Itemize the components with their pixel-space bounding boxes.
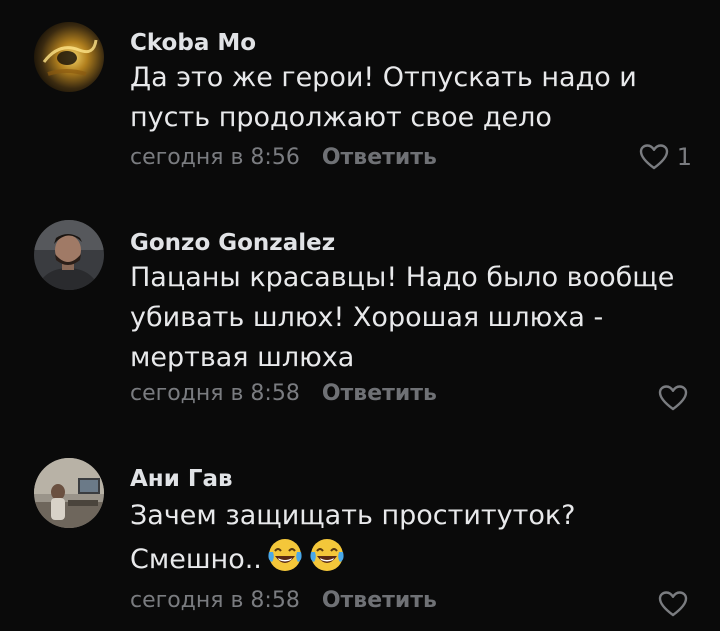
avatar[interactable] [34,22,104,92]
comments-feed: Ckoba Mo Да это же герои! Отпускать надо… [0,0,720,631]
comment-author[interactable]: Ани Гав [130,466,233,492]
comment-text: Да это же герои! Отпускать надо и пусть … [130,62,637,133]
comment-time: сегодня в 8:56 [130,145,300,170]
comment-meta: сегодня в 8:58 Ответить [130,381,437,406]
like-button[interactable] [658,384,688,412]
reply-button[interactable]: Ответить [322,145,437,170]
reply-button[interactable]: Ответить [322,381,437,406]
like-count: 1 [676,143,692,171]
heart-outline-icon [658,590,688,618]
face-with-tears-of-joy-icon [266,536,304,574]
comment-author[interactable]: Gonzo Gonzalez [130,230,335,256]
face-with-tears-of-joy-icon [308,536,346,574]
avatar[interactable] [34,220,104,290]
comment-meta: сегодня в 8:58 Ответить [130,588,437,613]
comment-text: Пацаны красавцы! Надо было вообще убиват… [130,262,675,373]
like-button[interactable] [658,590,688,618]
comment-text-body: Зачем защищать проституток? Смешно.. [130,500,576,575]
comment-meta: сегодня в 8:56 Ответить [130,145,437,170]
comment-time: сегодня в 8:58 [130,588,300,613]
comment-author[interactable]: Ckoba Mo [130,30,256,56]
heart-outline-icon [658,384,688,412]
like-button[interactable]: 1 [639,143,692,171]
heart-outline-icon [639,143,669,171]
avatar[interactable] [34,458,104,528]
comment-time: сегодня в 8:58 [130,381,300,406]
reply-button[interactable]: Ответить [322,588,437,613]
comment-text: Зачем защищать проституток? Смешно.. [130,496,700,580]
